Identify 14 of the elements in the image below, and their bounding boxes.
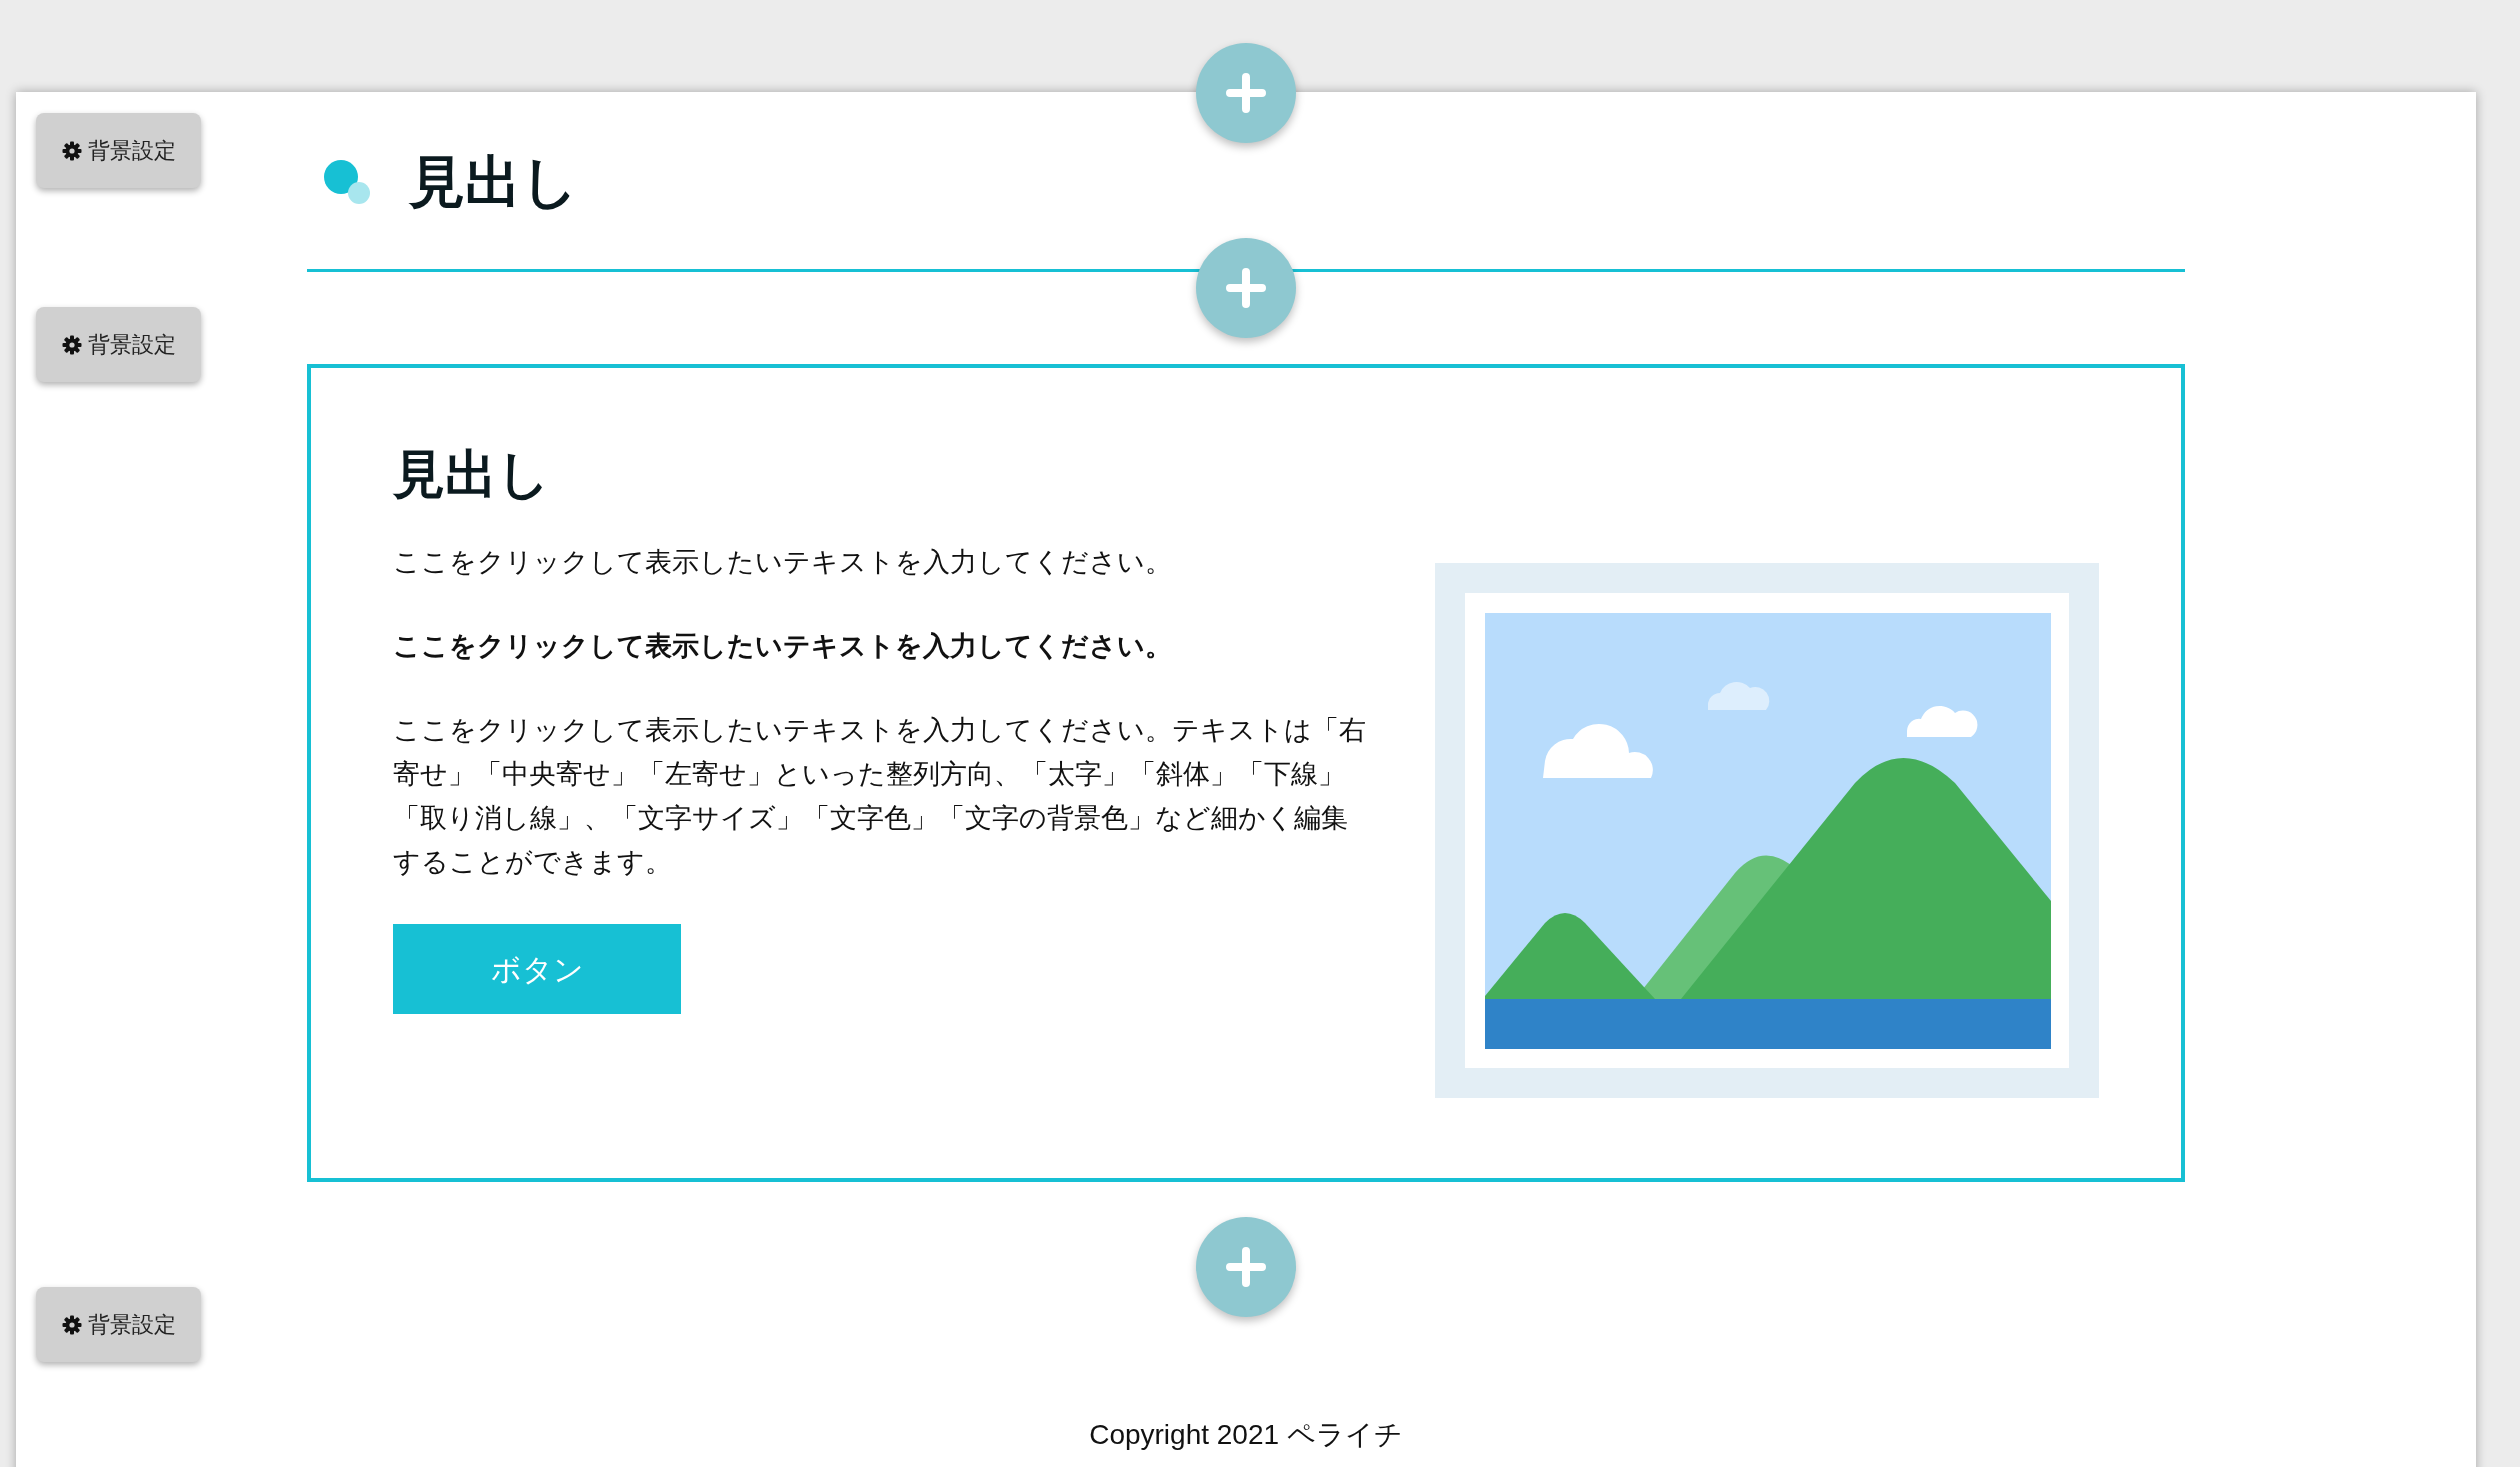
- dots-icon: [323, 158, 371, 205]
- body-text: ここをクリックして表示したいテキストを入力してください。: [393, 630, 1173, 663]
- add-section-button[interactable]: [1196, 43, 1296, 143]
- background-settings-button[interactable]: 背景設定: [36, 113, 201, 188]
- background-settings-button[interactable]: 背景設定: [36, 307, 201, 382]
- plus-icon: [1226, 73, 1266, 113]
- plus-icon: [1226, 1247, 1266, 1287]
- body-text: ここをクリックして表示したいテキストを入力してください。: [393, 546, 1173, 579]
- background-settings-button[interactable]: 背景設定: [36, 1287, 201, 1362]
- plus-icon: [1226, 268, 1266, 308]
- card-heading: 見出し: [393, 448, 551, 500]
- body-text: ここをクリックして表示したいテキストを入力してください。テキストは「右寄せ」「中央寄せ」「左寄せ」といった整列方向、「太字」「斜体」「下線」「取り消し線」、「文字サイズ」「文字色」「文字の背景色」など細かく編集することができます。: [393, 714, 1367, 879]
- copyright-text: Copyright 2021 ペライチ: [1088, 1418, 1404, 1452]
- section-heading: 見出し: [409, 153, 578, 210]
